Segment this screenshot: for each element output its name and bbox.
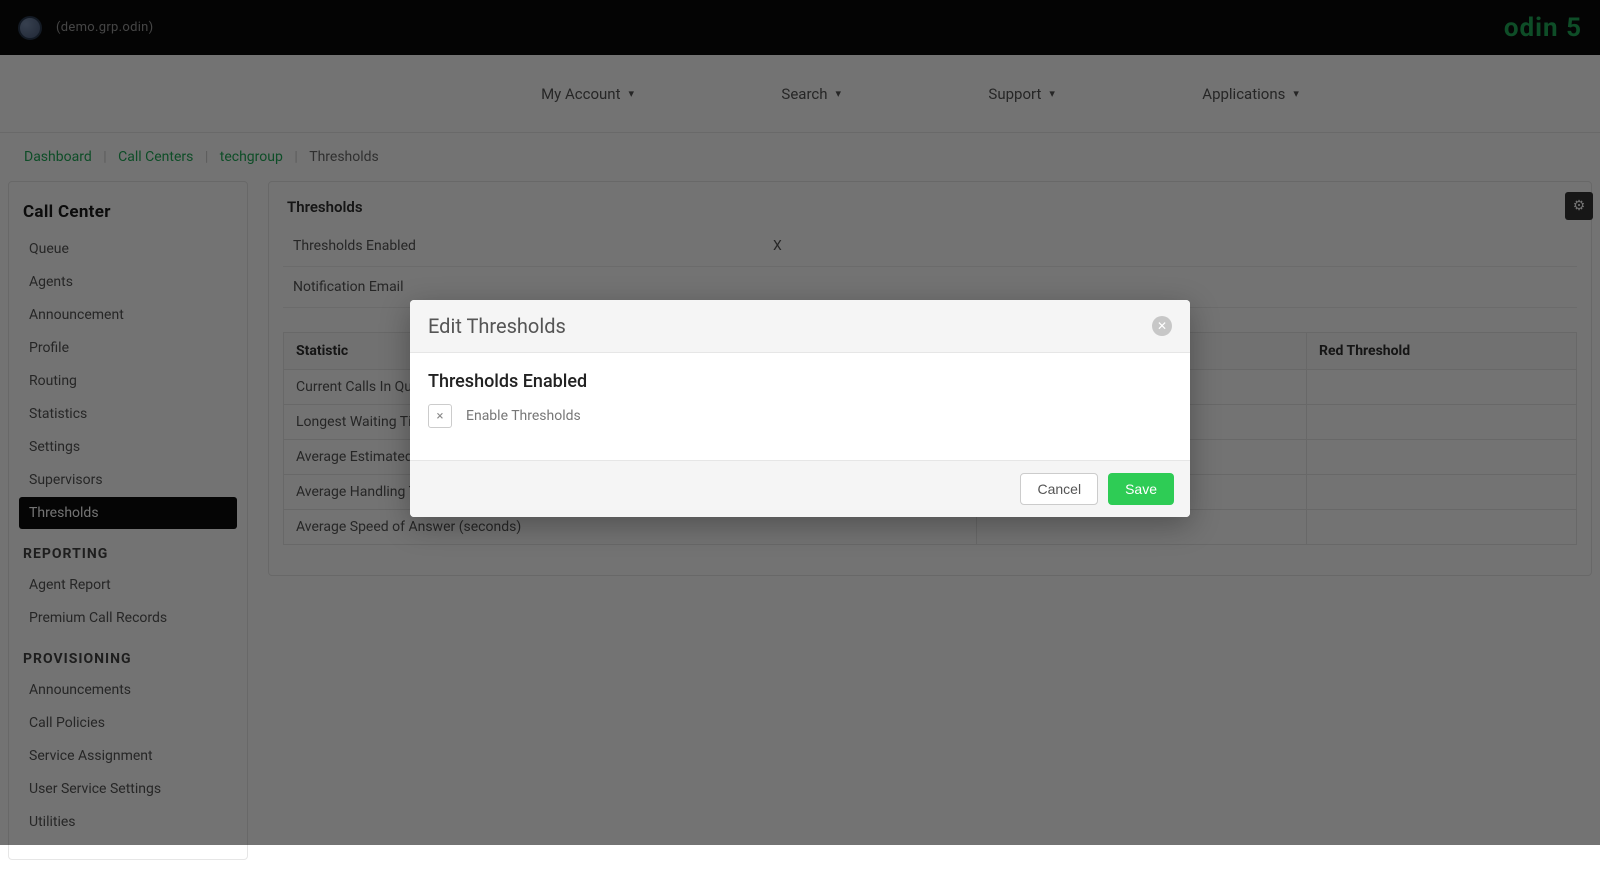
enable-thresholds-toggle[interactable]: × [428, 404, 452, 428]
modal-body: Thresholds Enabled × Enable Thresholds [410, 353, 1190, 460]
enable-thresholds-row: × Enable Thresholds [428, 404, 1172, 428]
toggle-label: Enable Thresholds [466, 408, 581, 424]
edit-thresholds-dialog: Edit Thresholds ✕ Thresholds Enabled × E… [410, 300, 1190, 517]
toggle-off-icon: × [437, 409, 444, 424]
modal-overlay[interactable]: Edit Thresholds ✕ Thresholds Enabled × E… [0, 0, 1600, 845]
close-icon: ✕ [1157, 319, 1167, 333]
modal-section-title: Thresholds Enabled [428, 371, 1172, 392]
modal-footer: Cancel Save [410, 460, 1190, 517]
save-button[interactable]: Save [1108, 473, 1174, 505]
close-button[interactable]: ✕ [1152, 316, 1172, 336]
modal-header: Edit Thresholds ✕ [410, 300, 1190, 353]
cancel-button[interactable]: Cancel [1020, 473, 1098, 505]
modal-title: Edit Thresholds [428, 314, 566, 338]
